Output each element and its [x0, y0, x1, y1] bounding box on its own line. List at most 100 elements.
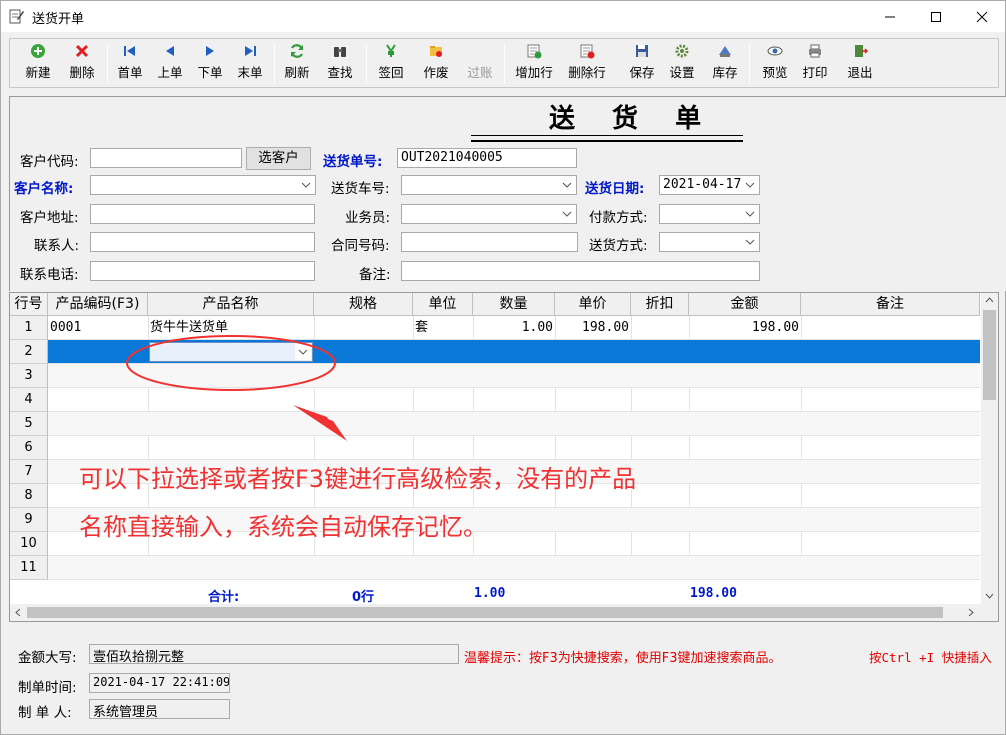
search-button[interactable]: 查找 [320, 43, 360, 85]
creator-field: 系统管理员 [89, 699, 230, 719]
delete-row-button[interactable]: 删除行 [563, 43, 611, 85]
column-header[interactable]: 金额 [689, 293, 801, 316]
chevron-down-icon[interactable] [742, 234, 758, 250]
remark-field[interactable] [401, 261, 760, 281]
salesman-dropdown[interactable] [401, 204, 577, 224]
contract-no-label: 合同号码: [331, 238, 390, 254]
column-header[interactable]: 行号 [10, 293, 48, 316]
select-customer-button[interactable]: 选客户 [246, 147, 311, 170]
column-header[interactable]: 数量 [473, 293, 555, 316]
vertical-scrollbar[interactable] [981, 293, 998, 605]
row-number: 9 [10, 508, 48, 532]
first-record-button[interactable]: 首单 [110, 43, 150, 85]
scroll-up-icon[interactable] [985, 297, 994, 303]
delivery-date-label: 送货日期: [585, 181, 645, 197]
title-bar: 送货开单 [1, 1, 1005, 32]
vehicle-no-dropdown[interactable] [401, 175, 577, 195]
row-number: 6 [10, 436, 48, 460]
refresh-button[interactable]: 刷新 [277, 43, 317, 85]
delivery-no-field[interactable]: OUT2021040005 [397, 148, 577, 168]
annotation-text-line2: 名称直接输入，系统会自动保存记忆。 [79, 513, 487, 541]
exit-button[interactable]: 退出 [840, 43, 880, 85]
column-header[interactable]: 备注 [801, 293, 980, 316]
title-underline [471, 140, 743, 142]
preview-button[interactable]: 预览 [755, 43, 795, 85]
toolbar-separator [274, 44, 275, 84]
annotation-text-line1: 可以下拉选择或者按F3键进行高级检索，没有的产品 [79, 465, 637, 493]
customer-name-label: 客户名称: [14, 181, 74, 197]
sign-back-button[interactable]: 签回 [371, 43, 411, 85]
vehicle-no-label: 送货车号: [331, 181, 390, 197]
product-code-cell[interactable]: 0001 [50, 316, 81, 340]
close-button[interactable] [959, 1, 1005, 32]
delete-button[interactable]: 删除 [60, 43, 104, 85]
post-button[interactable]: 过账 [460, 43, 500, 85]
delivery-no-label: 送货单号: [323, 154, 383, 170]
scroll-down-icon[interactable] [985, 593, 994, 599]
first-record-icon [124, 46, 135, 56]
print-button[interactable]: 打印 [795, 43, 835, 85]
column-header[interactable]: 单位 [413, 293, 473, 316]
printer-icon [809, 44, 821, 58]
row-number: 1 [10, 316, 48, 340]
previous-record-button[interactable]: 上单 [150, 43, 190, 85]
new-button[interactable]: 新建 [16, 43, 60, 85]
payment-method-dropdown[interactable] [659, 204, 760, 224]
horizontal-scroll-thumb[interactable] [27, 607, 943, 618]
last-record-button[interactable]: 末单 [230, 43, 270, 85]
settings-button[interactable]: 设置 [662, 43, 702, 85]
amount-cell[interactable]: 198.00 [689, 316, 799, 340]
customer-name-dropdown[interactable] [90, 175, 316, 195]
chevron-down-icon[interactable] [559, 206, 575, 222]
eye-icon [767, 46, 783, 56]
scroll-left-icon[interactable] [15, 608, 21, 617]
contract-no-field[interactable] [401, 232, 578, 252]
vertical-scroll-thumb[interactable] [983, 310, 996, 400]
yen-icon [386, 44, 396, 57]
quantity-cell[interactable]: 1.00 [473, 316, 553, 340]
unit-cell[interactable]: 套 [415, 316, 428, 340]
column-header[interactable]: 产品名称 [148, 293, 314, 316]
phone-field[interactable] [90, 261, 315, 281]
column-header[interactable]: 单价 [555, 293, 631, 316]
void-button[interactable]: 作废 [416, 43, 456, 85]
totals-row: 合计: 0行 1.00 198.00 [10, 581, 980, 605]
chevron-down-icon[interactable] [298, 177, 314, 193]
table-row[interactable]: 11 [10, 556, 980, 580]
scroll-right-icon[interactable] [968, 608, 974, 617]
price-cell[interactable]: 198.00 [555, 316, 629, 340]
column-header[interactable]: 规格 [314, 293, 413, 316]
contact-field[interactable] [90, 232, 315, 252]
title-underline [471, 135, 743, 136]
stock-button[interactable]: 库存 [705, 43, 745, 85]
window-title: 送货开单 [32, 12, 85, 27]
customer-code-field[interactable] [90, 148, 242, 168]
column-header[interactable]: 折扣 [631, 293, 689, 316]
horizontal-scrollbar[interactable] [10, 604, 998, 621]
delivery-method-dropdown[interactable] [659, 232, 760, 252]
chevron-down-icon[interactable] [742, 206, 758, 222]
customer-address-field[interactable] [90, 204, 315, 224]
maximize-button[interactable] [913, 1, 959, 32]
row-number: 5 [10, 412, 48, 436]
customer-code-label: 客户代码: [20, 154, 79, 170]
minimize-icon [885, 16, 895, 17]
next-icon [206, 46, 214, 56]
toolbar-separator [504, 44, 505, 84]
next-record-button[interactable]: 下单 [190, 43, 230, 85]
document-title: 送 货 单 [549, 104, 716, 134]
amount-words-field: 壹佰玖拾捌元整 [89, 644, 459, 664]
toolbar: 新建 删除 首单 上单 下单 末单 刷新 查找 签回 作废 过账 增加行 删除行… [9, 38, 999, 88]
totals-quantity: 1.00 [474, 586, 506, 601]
tip-text: 温馨提示：按F3为快捷搜索，使用F3键加速搜索商品。 [464, 651, 782, 666]
add-row-button[interactable]: 增加行 [510, 43, 558, 85]
created-time-label: 制单时间: [18, 680, 77, 696]
minimize-button[interactable] [867, 1, 913, 32]
delivery-date-picker[interactable]: 2021-04-17 [659, 175, 760, 195]
chevron-down-icon[interactable] [742, 177, 758, 193]
column-header[interactable]: 产品编码(F3) [48, 293, 148, 316]
customer-address-label: 客户地址: [20, 210, 79, 226]
toolbar-separator [107, 44, 108, 84]
save-button[interactable]: 保存 [622, 43, 662, 85]
chevron-down-icon[interactable] [559, 177, 575, 193]
